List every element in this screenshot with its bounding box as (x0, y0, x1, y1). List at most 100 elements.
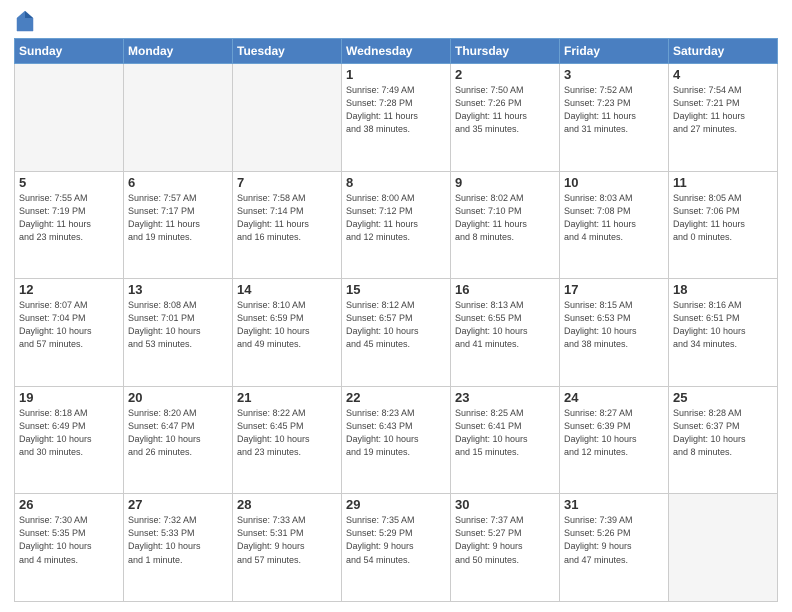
day-number: 3 (564, 67, 664, 82)
day-number: 14 (237, 282, 337, 297)
day-number: 25 (673, 390, 773, 405)
day-info: Sunrise: 7:32 AM Sunset: 5:33 PM Dayligh… (128, 514, 228, 566)
calendar-cell: 13Sunrise: 8:08 AM Sunset: 7:01 PM Dayli… (124, 279, 233, 387)
calendar-cell (669, 494, 778, 602)
calendar-cell: 31 Sunrise: 7:39 AM Sunset: 5:26 PM Dayli… (560, 494, 669, 602)
day-info: Sunrise: 7:35 AM Sunset: 5:29 PM Dayligh… (346, 514, 446, 566)
calendar-header-saturday: Saturday (669, 39, 778, 64)
calendar-cell: 19 Sunrise: 8:18 AM Sunset: 6:49 PM Dayli… (15, 386, 124, 494)
day-info: Sunrise: 8:27 AM Sunset: 6:39 PM Dayligh… (564, 407, 664, 459)
day-info: Sunrise: 7:57 AM Sunset: 7:17 PM Dayligh… (128, 192, 228, 244)
day-info: Sunrise: 8:02 AM Sunset: 7:10 PM Dayligh… (455, 192, 555, 244)
calendar-cell: 11 Sunrise: 8:05 AM Sunset: 7:06 PM Dayli… (669, 171, 778, 279)
day-number: 22 (346, 390, 446, 405)
day-info: Sunrise: 8:10 AM Sunset: 6:59 PM Dayligh… (237, 299, 337, 351)
day-number: 2 (455, 67, 555, 82)
day-number: 8 (346, 175, 446, 190)
day-info: Sunrise: 7:39 AM Sunset: 5:26 PM Dayligh… (564, 514, 664, 566)
day-info: Sunrise: 8:00 AM Sunset: 7:12 PM Dayligh… (346, 192, 446, 244)
day-number: 5 (19, 175, 119, 190)
calendar-header-sunday: Sunday (15, 39, 124, 64)
day-number: 7 (237, 175, 337, 190)
day-info: Sunrise: 8:20 AM Sunset: 6:47 PM Dayligh… (128, 407, 228, 459)
day-info: Sunrise: 7:33 AM Sunset: 5:31 PM Dayligh… (237, 514, 337, 566)
day-info: Sunrise: 8:08 AM Sunset: 7:01 PM Dayligh… (128, 299, 228, 351)
calendar-header-monday: Monday (124, 39, 233, 64)
logo-icon (16, 10, 34, 32)
calendar-week-row: 5 Sunrise: 7:55 AM Sunset: 7:19 PM Daylig… (15, 171, 778, 279)
day-info: Sunrise: 8:22 AM Sunset: 6:45 PM Dayligh… (237, 407, 337, 459)
day-info: Sunrise: 8:28 AM Sunset: 6:37 PM Dayligh… (673, 407, 773, 459)
day-info: Sunrise: 7:54 AM Sunset: 7:21 PM Dayligh… (673, 84, 773, 136)
calendar-cell: 17 Sunrise: 8:15 AM Sunset: 6:53 PM Dayli… (560, 279, 669, 387)
day-number: 28 (237, 497, 337, 512)
day-number: 31 (564, 497, 664, 512)
calendar-cell (15, 64, 124, 172)
day-info: Sunrise: 8:07 AM Sunset: 7:04 PM Dayligh… (19, 299, 119, 351)
calendar-cell: 30 Sunrise: 7:37 AM Sunset: 5:27 PM Dayli… (451, 494, 560, 602)
day-info: Sunrise: 7:52 AM Sunset: 7:23 PM Dayligh… (564, 84, 664, 136)
day-info: Sunrise: 8:03 AM Sunset: 7:08 PM Dayligh… (564, 192, 664, 244)
page: SundayMondayTuesdayWednesdayThursdayFrid… (0, 0, 792, 612)
day-info: Sunrise: 7:37 AM Sunset: 5:27 PM Dayligh… (455, 514, 555, 566)
calendar-header-wednesday: Wednesday (342, 39, 451, 64)
day-info: Sunrise: 8:18 AM Sunset: 6:49 PM Dayligh… (19, 407, 119, 459)
calendar-table: SundayMondayTuesdayWednesdayThursdayFrid… (14, 38, 778, 602)
day-number: 10 (564, 175, 664, 190)
calendar-cell (233, 64, 342, 172)
logo (14, 10, 34, 32)
calendar-cell: 21Sunrise: 8:22 AM Sunset: 6:45 PM Dayli… (233, 386, 342, 494)
day-info: Sunrise: 8:13 AM Sunset: 6:55 PM Dayligh… (455, 299, 555, 351)
day-info: Sunrise: 7:30 AM Sunset: 5:35 PM Dayligh… (19, 514, 119, 566)
calendar-cell: 12 Sunrise: 8:07 AM Sunset: 7:04 PM Dayli… (15, 279, 124, 387)
day-number: 20 (128, 390, 228, 405)
day-info: Sunrise: 7:58 AM Sunset: 7:14 PM Dayligh… (237, 192, 337, 244)
calendar-header-friday: Friday (560, 39, 669, 64)
day-number: 27 (128, 497, 228, 512)
calendar-cell: 8 Sunrise: 8:00 AM Sunset: 7:12 PM Daylig… (342, 171, 451, 279)
calendar-cell: 5 Sunrise: 7:55 AM Sunset: 7:19 PM Daylig… (15, 171, 124, 279)
day-number: 30 (455, 497, 555, 512)
calendar-cell (124, 64, 233, 172)
day-number: 17 (564, 282, 664, 297)
calendar-cell: 27 Sunrise: 7:32 AM Sunset: 5:33 PM Dayli… (124, 494, 233, 602)
day-number: 11 (673, 175, 773, 190)
calendar-cell: 22 Sunrise: 8:23 AM Sunset: 6:43 PM Dayli… (342, 386, 451, 494)
day-info: Sunrise: 8:23 AM Sunset: 6:43 PM Dayligh… (346, 407, 446, 459)
day-info: Sunrise: 8:15 AM Sunset: 6:53 PM Dayligh… (564, 299, 664, 351)
calendar-week-row: 19 Sunrise: 8:18 AM Sunset: 6:49 PM Dayli… (15, 386, 778, 494)
calendar-header-tuesday: Tuesday (233, 39, 342, 64)
calendar-cell: 1 Sunrise: 7:49 AM Sunset: 7:28 PM Daylig… (342, 64, 451, 172)
calendar-cell: 15 Sunrise: 8:12 AM Sunset: 6:57 PM Dayli… (342, 279, 451, 387)
calendar-cell: 24 Sunrise: 8:27 AM Sunset: 6:39 PM Dayli… (560, 386, 669, 494)
day-info: Sunrise: 8:16 AM Sunset: 6:51 PM Dayligh… (673, 299, 773, 351)
calendar-header-row: SundayMondayTuesdayWednesdayThursdayFrid… (15, 39, 778, 64)
day-number: 23 (455, 390, 555, 405)
calendar-cell: 9Sunrise: 8:02 AM Sunset: 7:10 PM Daylig… (451, 171, 560, 279)
calendar-cell: 20 Sunrise: 8:20 AM Sunset: 6:47 PM Dayli… (124, 386, 233, 494)
day-number: 19 (19, 390, 119, 405)
calendar-week-row: 26 Sunrise: 7:30 AM Sunset: 5:35 PM Dayli… (15, 494, 778, 602)
day-info: Sunrise: 8:25 AM Sunset: 6:41 PM Dayligh… (455, 407, 555, 459)
day-number: 16 (455, 282, 555, 297)
day-number: 6 (128, 175, 228, 190)
day-number: 12 (19, 282, 119, 297)
day-info: Sunrise: 7:55 AM Sunset: 7:19 PM Dayligh… (19, 192, 119, 244)
calendar-week-row: 1 Sunrise: 7:49 AM Sunset: 7:28 PM Daylig… (15, 64, 778, 172)
calendar-cell: 2Sunrise: 7:50 AM Sunset: 7:26 PM Daylig… (451, 64, 560, 172)
calendar-cell: 26 Sunrise: 7:30 AM Sunset: 5:35 PM Dayli… (15, 494, 124, 602)
day-number: 26 (19, 497, 119, 512)
calendar-cell: 3 Sunrise: 7:52 AM Sunset: 7:23 PM Daylig… (560, 64, 669, 172)
day-number: 24 (564, 390, 664, 405)
calendar-cell: 14 Sunrise: 8:10 AM Sunset: 6:59 PM Dayli… (233, 279, 342, 387)
day-number: 1 (346, 67, 446, 82)
calendar-header-thursday: Thursday (451, 39, 560, 64)
day-info: Sunrise: 8:05 AM Sunset: 7:06 PM Dayligh… (673, 192, 773, 244)
calendar-week-row: 12 Sunrise: 8:07 AM Sunset: 7:04 PM Dayli… (15, 279, 778, 387)
calendar-cell: 10 Sunrise: 8:03 AM Sunset: 7:08 PM Dayli… (560, 171, 669, 279)
calendar-cell: 28 Sunrise: 7:33 AM Sunset: 5:31 PM Dayli… (233, 494, 342, 602)
calendar-cell: 16 Sunrise: 8:13 AM Sunset: 6:55 PM Dayli… (451, 279, 560, 387)
day-number: 15 (346, 282, 446, 297)
day-info: Sunrise: 8:12 AM Sunset: 6:57 PM Dayligh… (346, 299, 446, 351)
day-info: Sunrise: 7:49 AM Sunset: 7:28 PM Dayligh… (346, 84, 446, 136)
